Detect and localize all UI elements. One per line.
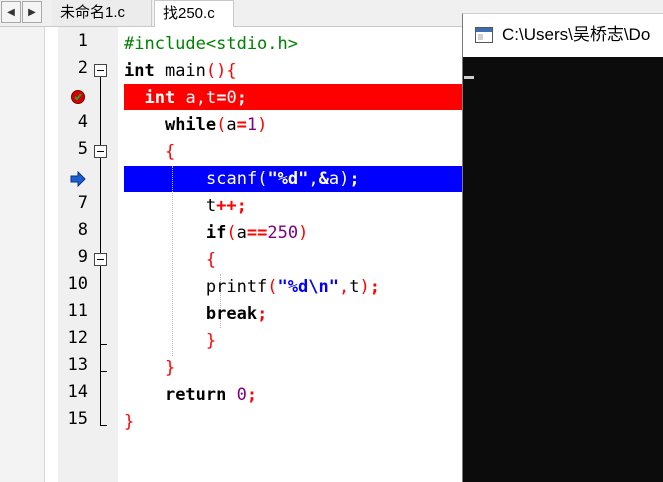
console-window[interactable] bbox=[462, 13, 663, 482]
fold-guide bbox=[100, 77, 101, 145]
left-panel bbox=[0, 0, 45, 482]
left-panel-body bbox=[0, 26, 44, 482]
console-cursor bbox=[464, 76, 474, 79]
line-number: 7 bbox=[77, 193, 88, 213]
code-line: int a,t=0; bbox=[144, 88, 247, 108]
execution-arrow-icon bbox=[70, 171, 86, 187]
code-line: printf("%d\n",t); bbox=[124, 277, 380, 297]
code-line: { bbox=[205, 250, 217, 270]
code-line: t++; bbox=[124, 196, 247, 216]
code-line: int main(){ bbox=[124, 61, 237, 81]
line-number: 10 bbox=[67, 274, 88, 294]
line-number: 15 bbox=[67, 409, 88, 429]
code-line: #include<stdio.h> bbox=[124, 34, 298, 54]
fold-end-marker bbox=[100, 344, 107, 345]
fold-toggle-icon[interactable] bbox=[94, 253, 107, 266]
breakpoint-icon[interactable] bbox=[70, 89, 86, 105]
fold-guide bbox=[100, 158, 101, 253]
code-line: { bbox=[164, 142, 176, 162]
code-line: } bbox=[124, 412, 135, 432]
line-number: 2 bbox=[77, 58, 88, 78]
fold-toggle-icon[interactable] bbox=[94, 64, 107, 77]
code-line: while(a=1) bbox=[164, 115, 268, 135]
fold-end-marker bbox=[100, 371, 107, 372]
line-number: 8 bbox=[77, 220, 88, 240]
code-line: return 0; bbox=[164, 385, 258, 405]
code-line: } bbox=[205, 331, 217, 351]
tab-scroll-right-button[interactable]: ▶ bbox=[22, 1, 42, 23]
fold-guide bbox=[100, 266, 101, 426]
line-number: 12 bbox=[67, 328, 88, 348]
fold-toggle-icon[interactable] bbox=[94, 145, 107, 158]
line-number: 1 bbox=[77, 31, 88, 51]
console-window-icon bbox=[475, 27, 493, 43]
line-number: 4 bbox=[77, 112, 88, 132]
tab-scroll-left-button[interactable]: ◀ bbox=[1, 1, 21, 23]
fold-end-marker bbox=[100, 425, 107, 426]
line-number: 11 bbox=[67, 301, 88, 321]
line-number: 14 bbox=[67, 382, 88, 402]
tab-untitled1[interactable]: 未命名1.c bbox=[52, 0, 152, 26]
tab-label: 未命名1.c bbox=[60, 4, 126, 21]
code-line: if(a==250) bbox=[205, 223, 309, 243]
tab-label: 找250.c bbox=[163, 5, 215, 22]
code-line: } bbox=[164, 358, 176, 378]
line-number: 9 bbox=[77, 247, 88, 267]
code-line: break; bbox=[205, 304, 268, 324]
code-line: scanf("%d",&a); bbox=[206, 169, 360, 189]
line-number: 5 bbox=[77, 139, 88, 159]
console-title: C:\Users\吴桥志\Do bbox=[502, 25, 651, 44]
line-number: 13 bbox=[67, 355, 88, 375]
tab-find250[interactable]: 找250.c bbox=[154, 0, 234, 27]
